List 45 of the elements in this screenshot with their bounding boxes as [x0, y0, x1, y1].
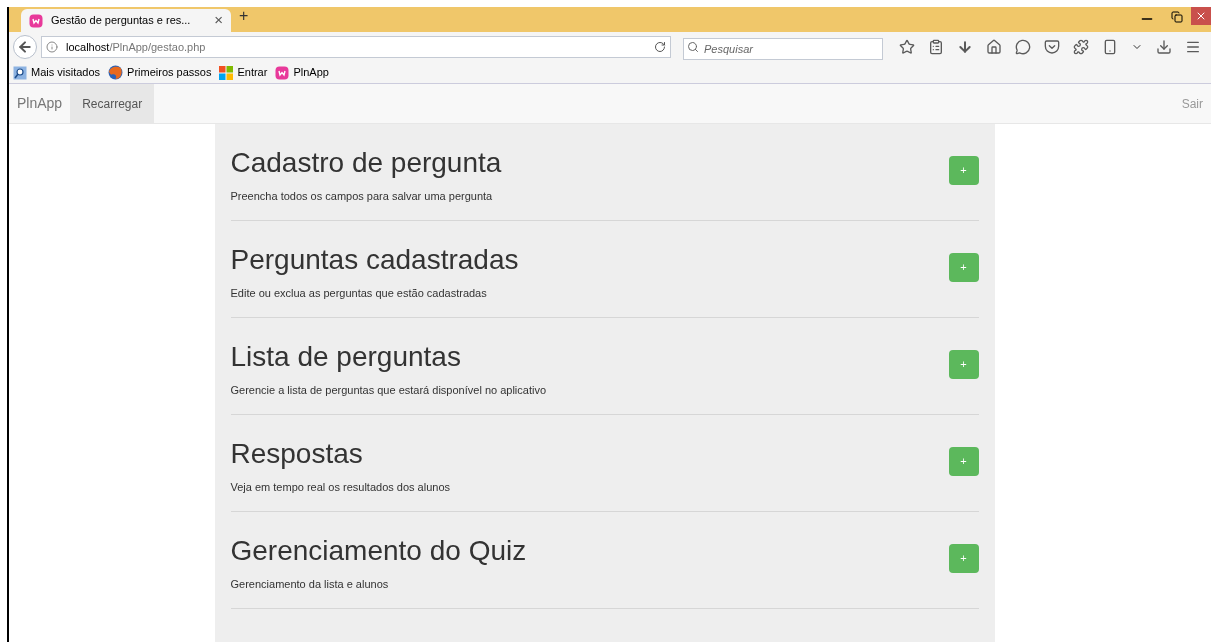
- clipboard-icon[interactable]: [928, 39, 944, 55]
- windows-tiles-icon: [219, 65, 234, 80]
- section-title: Respostas: [230, 437, 364, 471]
- back-button[interactable]: [13, 35, 37, 59]
- section-description: Gerenciamento da lista e alunos: [230, 577, 390, 592]
- new-tab-button[interactable]: +: [239, 4, 249, 28]
- close-window-button[interactable]: [1191, 7, 1211, 25]
- device-icon[interactable]: [1102, 39, 1118, 55]
- speech-bubble-icon[interactable]: [1015, 39, 1031, 55]
- home-icon[interactable]: [986, 39, 1002, 55]
- restore-icon[interactable]: [1171, 11, 1183, 23]
- bookmark-link[interactable]: Entrar: [237, 64, 268, 81]
- download-arrow-icon[interactable]: [957, 39, 973, 55]
- section-title: Cadastro de pergunta: [230, 146, 503, 180]
- bookmark-link[interactable]: PlnApp: [293, 64, 329, 81]
- bookmark-link[interactable]: Mais visitados: [31, 64, 101, 81]
- app-logo-icon: [29, 13, 43, 28]
- search-field[interactable]: Pesquisar: [683, 38, 883, 60]
- section-description: Gerencie a lista de perguntas que estará disponível no aplicativo: [230, 383, 548, 398]
- download-box-icon[interactable]: [1156, 39, 1172, 55]
- close-icon: [1195, 10, 1207, 22]
- magnifier-icon: [13, 65, 27, 80]
- nav-link[interactable]: Recarregar: [70, 84, 155, 123]
- tab-close-button[interactable]: ×: [214, 9, 223, 32]
- browser-tab[interactable]: Gestão de perguntas e res... ×: [21, 9, 231, 32]
- search-icon: [687, 41, 699, 53]
- menu-icon[interactable]: [1185, 39, 1201, 55]
- section-title: Perguntas cadastradas: [230, 243, 520, 277]
- puzzle-icon[interactable]: [1073, 39, 1089, 55]
- section-description: Edite ou exclua as perguntas que estão cadastradas: [230, 286, 488, 301]
- app-logo-icon: [275, 65, 290, 80]
- tab-title: Gestão de perguntas e res...: [51, 13, 191, 29]
- section-description: Veja em tempo real os resultados dos alunos: [230, 480, 452, 495]
- bookmark-link[interactable]: Primeiros passos: [127, 64, 212, 81]
- info-icon: [46, 41, 58, 53]
- star-icon[interactable]: [899, 39, 915, 55]
- brand-link[interactable]: PlnApp: [9, 84, 71, 123]
- section-title: Lista de perguntas: [230, 340, 462, 374]
- reload-icon[interactable]: [654, 41, 666, 53]
- section-description: Preencha todos os campos para salvar uma pergunta: [230, 189, 494, 204]
- address-bar[interactable]: localhost/PlnApp/gestao.php: [41, 36, 671, 58]
- pocket-icon[interactable]: [1044, 39, 1060, 55]
- globe-icon: [108, 65, 124, 80]
- url-text: localhost/PlnApp/gestao.php: [66, 39, 206, 55]
- section-title: Gerenciamento do Quiz: [230, 534, 528, 568]
